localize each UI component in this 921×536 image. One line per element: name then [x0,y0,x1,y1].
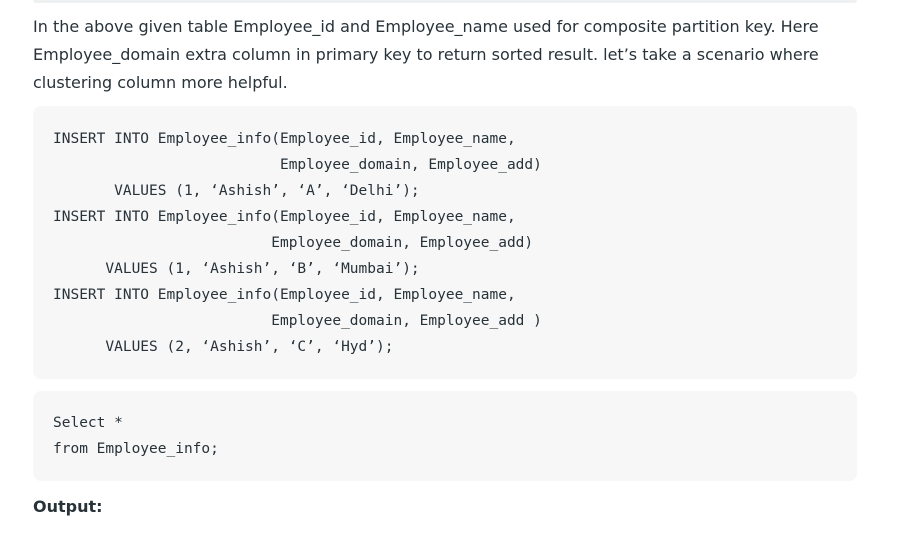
output-heading: Output: [33,497,103,516]
code-line: Employee_domain, Employee_add ) [53,313,542,329]
code-line: Select * [53,415,123,431]
code-line: from Employee_info; [53,441,219,457]
code-line: VALUES (2, ‘Ashish’, ‘C’, ‘Hyd’); [53,339,394,355]
code-line: VALUES (1, ‘Ashish’, ‘B’, ‘Mumbai’); [53,261,420,277]
previous-block-edge [33,0,857,3]
code-block-insert: INSERT INTO Employee_info(Employee_id, E… [33,106,857,379]
code-line: INSERT INTO Employee_info(Employee_id, E… [53,131,516,147]
code-block-select: Select * from Employee_info; [33,391,857,481]
code-line: INSERT INTO Employee_info(Employee_id, E… [53,209,516,225]
code-line: Employee_domain, Employee_add) [53,157,542,173]
code-line: INSERT INTO Employee_info(Employee_id, E… [53,287,516,303]
article-paragraph: In the above given table Employee_id and… [33,17,819,92]
code-line: VALUES (1, ‘Ashish’, ‘A’, ‘Delhi’); [53,183,420,199]
code-line: Employee_domain, Employee_add) [53,235,534,251]
